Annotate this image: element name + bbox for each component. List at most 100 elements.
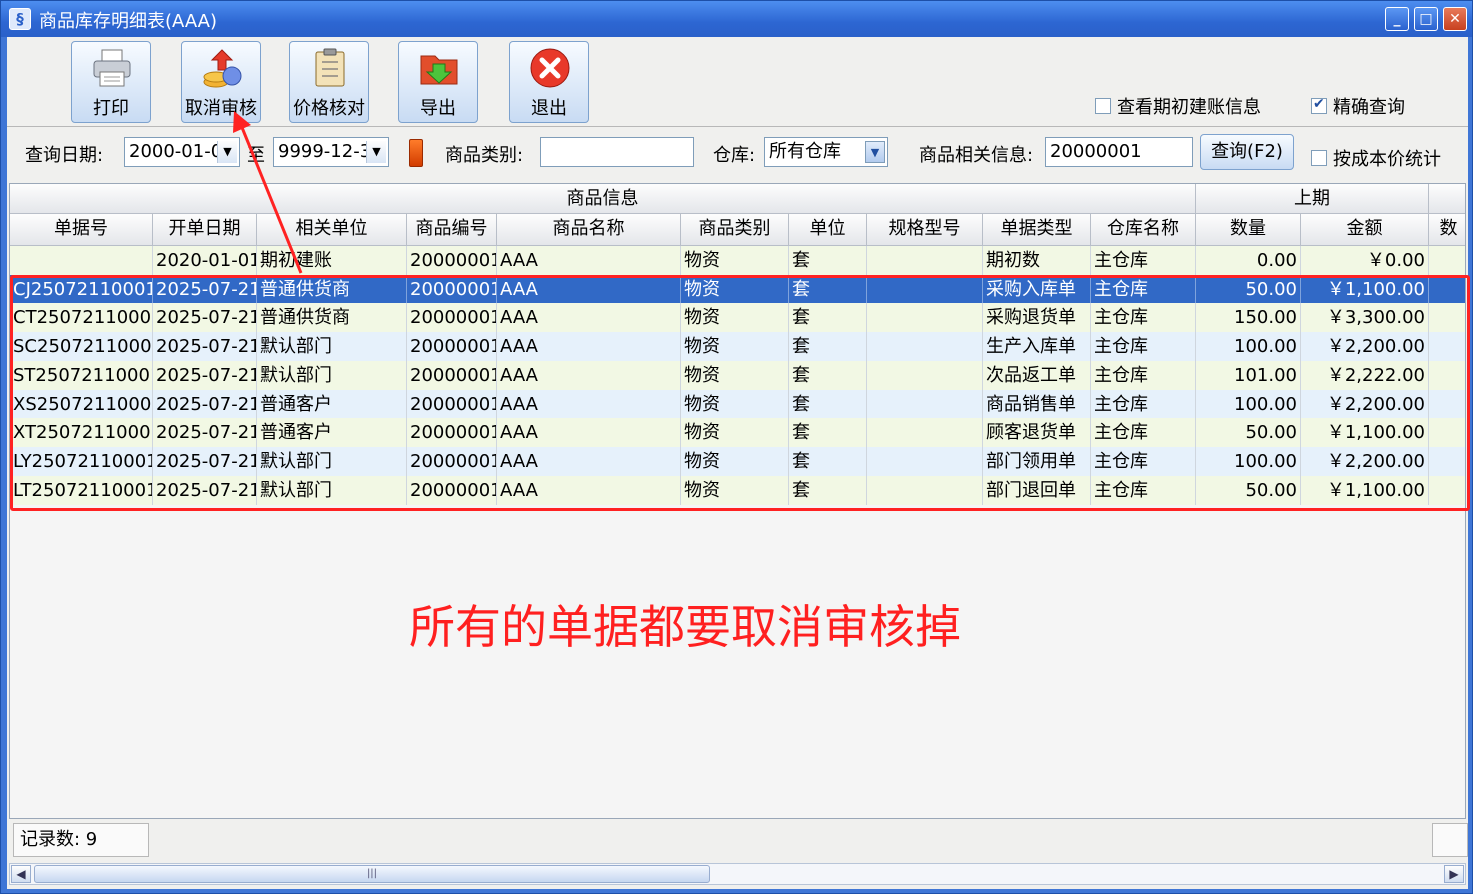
cell-amount: ￥1,100.00: [1301, 274, 1429, 304]
printer-icon: [93, 49, 131, 87]
category-label: 商品类别:: [445, 145, 524, 166]
cell-product-name: AAA: [497, 274, 681, 304]
col-header-quantity[interactable]: 数量: [1196, 214, 1301, 246]
cell-next: [1429, 476, 1465, 505]
print-button[interactable]: 打印: [71, 41, 151, 123]
cell-unit: 套: [789, 418, 867, 448]
cell-amount: ￥1,100.00: [1301, 475, 1429, 505]
cell-amount: ￥2,222.00: [1301, 360, 1429, 390]
horizontal-scrollbar[interactable]: ◀ ||| ▶: [9, 863, 1466, 885]
cell-spec: [867, 446, 983, 476]
opening-info-checkbox[interactable]: 查看期初建账信息: [1095, 93, 1261, 119]
cell-category: 物资: [681, 360, 789, 390]
cell-category: 物资: [681, 389, 789, 419]
checkbox-box[interactable]: [1095, 98, 1111, 114]
date-from-input[interactable]: 2000-01-0 ▼: [124, 137, 240, 167]
exit-button[interactable]: 退出: [509, 41, 589, 123]
cell-amount: ￥2,200.00: [1301, 332, 1429, 362]
cell-category: 物资: [681, 475, 789, 505]
bookmark-marker-icon[interactable]: [409, 139, 423, 167]
checkbox-box[interactable]: [1311, 150, 1327, 166]
cell-product-name: AAA: [497, 303, 681, 333]
clipboard-checklist-icon: [315, 48, 345, 87]
col-header-date[interactable]: 开单日期: [153, 214, 257, 246]
price-check-button[interactable]: 价格核对: [289, 41, 369, 123]
col-header-doc-type[interactable]: 单据类型: [983, 214, 1091, 246]
col-header-product-name[interactable]: 商品名称: [497, 214, 681, 246]
info-input[interactable]: 20000001: [1045, 137, 1193, 167]
cost-price-checkbox[interactable]: 按成本价统计: [1311, 145, 1441, 171]
scroll-right-icon[interactable]: ▶: [1444, 865, 1464, 883]
cell-next: [1429, 390, 1465, 419]
col-header-warehouse[interactable]: 仓库名称: [1091, 214, 1196, 246]
cell-unit: 套: [789, 274, 867, 304]
cell-product-code: 20000001: [407, 246, 497, 275]
minimize-button[interactable]: _: [1385, 7, 1409, 31]
table-row[interactable]: CJ25072110001 2025-07-21 普通供货商 20000001 AAA 物…: [10, 274, 1465, 304]
scroll-left-icon[interactable]: ◀: [11, 865, 31, 883]
table-row[interactable]: XT25072110001 2025-07-21 普通客户 20000001 AAA 物资…: [10, 418, 1465, 448]
table-row[interactable]: XS25072110001 2025-07-21 普通客户 20000001 AAA 物资…: [10, 389, 1465, 419]
cell-unit-party: 期初建账: [257, 246, 407, 275]
col-header-product-code[interactable]: 商品编号: [407, 214, 497, 246]
col-header-doc-no[interactable]: 单据号: [10, 214, 153, 246]
cell-spec: [867, 389, 983, 419]
date-to-input[interactable]: 9999-12-3 ▼: [273, 137, 389, 167]
cancel-audit-button[interactable]: 取消审核: [181, 41, 261, 123]
toolbar: 打印 取消审核 价格核对 导出 退出 查看期初建账信息 ✔ 精确查询: [7, 37, 1468, 127]
cell-quantity: 100.00: [1196, 446, 1301, 476]
table-row[interactable]: ST25072110001 2025-07-21 默认部门 20000001 AAA 物资…: [10, 360, 1465, 390]
date-to-dropdown-icon[interactable]: ▼: [366, 141, 386, 163]
table-row[interactable]: LT25072110001 2025-07-21 默认部门 20000001 AAA 物资…: [10, 475, 1465, 505]
warehouse-select[interactable]: 所有仓库 ▼: [764, 137, 888, 167]
export-button[interactable]: 导出: [398, 41, 478, 123]
query-button[interactable]: 查询(F2): [1200, 134, 1294, 170]
cell-product-code: 20000001: [407, 332, 497, 362]
cell-product-code: 20000001: [407, 446, 497, 476]
col-header-next[interactable]: 数: [1429, 214, 1465, 246]
col-header-unit-party[interactable]: 相关单位: [257, 214, 407, 246]
date-from-value: 2000-01-0: [129, 141, 223, 162]
checkbox-box-checked[interactable]: [1311, 96, 1327, 114]
table-row[interactable]: CT25072110001 2025-07-21 普通供货商 20000001 AAA 物…: [10, 303, 1465, 333]
cell-category: 物资: [681, 332, 789, 362]
group-header-blank: [1429, 184, 1465, 214]
cell-doc-no: [10, 246, 153, 275]
cell-spec: [867, 303, 983, 333]
table-row[interactable]: SC25072110001 2025-07-21 默认部门 20000001 AAA 物资…: [10, 332, 1465, 362]
cell-warehouse: 主仓库: [1091, 246, 1196, 275]
cell-date: 2025-07-21: [153, 418, 257, 448]
data-grid: 商品信息 上期 单据号 开单日期 相关单位 商品编号 商品名称 商品类别 单位 …: [9, 183, 1466, 819]
group-header-product-info: 商品信息: [10, 184, 1196, 214]
warehouse-dropdown-icon[interactable]: ▼: [865, 141, 885, 163]
col-header-amount[interactable]: 金额: [1301, 214, 1429, 246]
cell-product-name: AAA: [497, 475, 681, 505]
table-row[interactable]: 2020-01-01 期初建账 20000001 AAA 物资套 期初数 主仓库 0.00 ￥0…: [10, 246, 1465, 275]
cell-date: 2025-07-21: [153, 360, 257, 390]
export-label: 导出: [420, 98, 456, 119]
cell-date: 2020-01-01: [153, 246, 257, 275]
cell-product-code: 20000001: [407, 475, 497, 505]
date-from-dropdown-icon[interactable]: ▼: [217, 141, 237, 163]
cell-doc-no: LY25072110001: [10, 446, 153, 476]
col-header-category[interactable]: 商品类别: [681, 214, 789, 246]
close-button[interactable]: ✕: [1443, 7, 1467, 31]
scroll-thumb[interactable]: |||: [34, 865, 710, 883]
cell-warehouse: 主仓库: [1091, 360, 1196, 390]
cell-quantity: 101.00: [1196, 360, 1301, 390]
cell-warehouse: 主仓库: [1091, 332, 1196, 362]
cell-warehouse: 主仓库: [1091, 274, 1196, 304]
table-row[interactable]: LY25072110001 2025-07-21 默认部门 20000001 AAA 物资…: [10, 446, 1465, 476]
col-header-unit[interactable]: 单位: [789, 214, 867, 246]
maximize-button[interactable]: □: [1414, 7, 1438, 31]
cell-date: 2025-07-21: [153, 274, 257, 304]
cell-unit: 套: [789, 360, 867, 390]
exact-query-checkbox[interactable]: 精确查询: [1311, 93, 1405, 119]
cell-doc-type: 商品销售单: [983, 389, 1091, 419]
cell-doc-type: 采购退货单: [983, 303, 1091, 333]
cell-spec: [867, 418, 983, 448]
category-input[interactable]: [540, 137, 694, 167]
cell-category: 物资: [681, 274, 789, 304]
col-header-spec[interactable]: 规格型号: [867, 214, 983, 246]
cell-doc-type: 期初数: [983, 246, 1091, 275]
